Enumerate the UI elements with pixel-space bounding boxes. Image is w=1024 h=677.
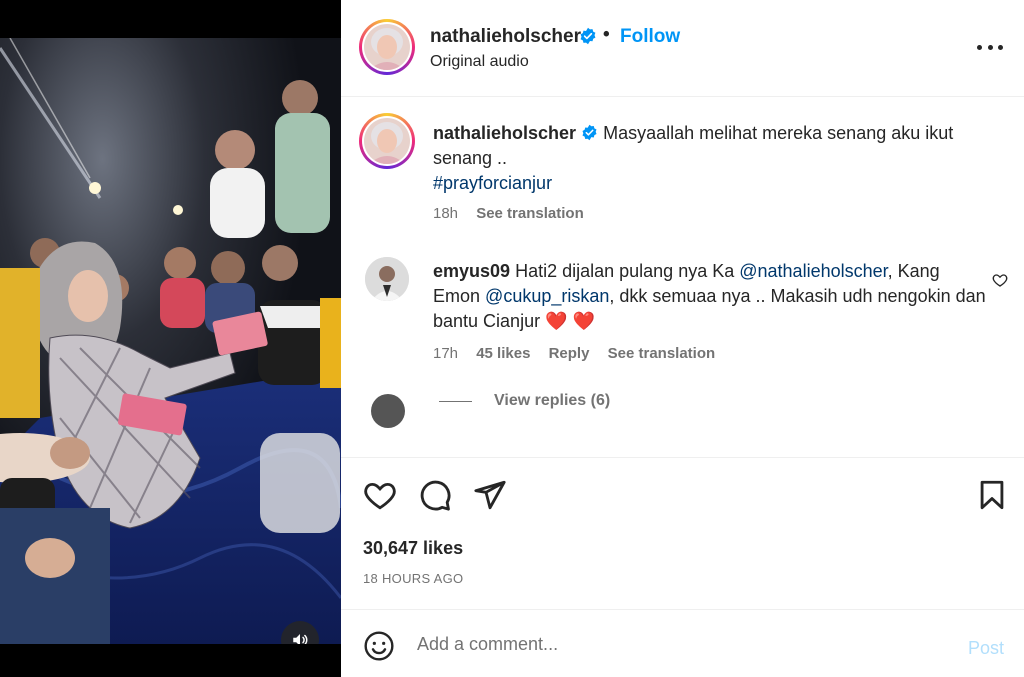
follow-button[interactable]: Follow bbox=[620, 26, 680, 48]
caption-username[interactable]: nathalieholscher bbox=[433, 123, 576, 143]
caption-meta: 18h See translation bbox=[433, 205, 598, 222]
avatar-photo bbox=[364, 118, 410, 164]
heart-icon[interactable] bbox=[363, 478, 397, 512]
caption-avatar[interactable] bbox=[359, 113, 415, 169]
bookmark-icon[interactable] bbox=[975, 478, 1009, 512]
mention-link[interactable]: @nathalieholscher bbox=[739, 261, 887, 281]
video-frame bbox=[0, 38, 341, 644]
mention-link[interactable]: @cukup_riskan bbox=[485, 286, 609, 306]
avatar-photo bbox=[364, 24, 410, 70]
emoji-icon[interactable] bbox=[363, 630, 395, 662]
action-bar: 30,647 likes 18 HOURS AGO bbox=[341, 457, 1024, 610]
commenter-avatar[interactable] bbox=[365, 257, 409, 301]
comment-username[interactable]: emyus09 bbox=[433, 261, 510, 281]
avatar-photo bbox=[365, 257, 409, 301]
post-button[interactable]: Post bbox=[968, 638, 1004, 659]
author-username[interactable]: nathalieholscher bbox=[430, 26, 581, 48]
share-icon[interactable] bbox=[473, 478, 507, 512]
replies-divider bbox=[439, 400, 472, 402]
separator-dot: • bbox=[603, 24, 610, 45]
next-commenter-avatar[interactable] bbox=[371, 394, 405, 428]
comment-composer: Post bbox=[341, 610, 1024, 677]
comments-area[interactable]: nathalieholscher Masyaallah melihat mere… bbox=[341, 97, 1024, 457]
comment-meta: 17h 45 likes Reply See translation bbox=[433, 345, 729, 362]
caption-see-translation[interactable]: See translation bbox=[476, 205, 584, 222]
heart-emoji: ❤️ ❤️ bbox=[545, 311, 595, 331]
verified-badge-icon bbox=[582, 124, 597, 141]
view-replies-button[interactable]: View replies (6) bbox=[439, 392, 610, 410]
verified-badge-icon bbox=[580, 27, 596, 45]
more-options-icon[interactable] bbox=[977, 40, 1003, 54]
reply-button[interactable]: Reply bbox=[549, 345, 590, 362]
comment-body-1: Hati2 dijalan pulang nya Ka bbox=[515, 261, 735, 281]
comment-time: 17h bbox=[433, 345, 459, 362]
volume-icon bbox=[293, 634, 308, 644]
comment-see-translation[interactable]: See translation bbox=[608, 345, 716, 362]
comment-icon[interactable] bbox=[418, 478, 452, 512]
comment-likes[interactable]: 45 likes bbox=[476, 345, 530, 362]
comment-like-heart-icon[interactable] bbox=[992, 272, 1008, 288]
media-pane bbox=[0, 0, 341, 677]
view-replies-label: View replies (6) bbox=[494, 392, 611, 409]
audio-label[interactable]: Original audio bbox=[430, 53, 529, 71]
comment-text: emyus09 Hati2 dijalan pulang nya Ka @nat… bbox=[433, 259, 988, 334]
post-timestamp[interactable]: 18 HOURS AGO bbox=[363, 571, 463, 586]
caption-text: nathalieholscher Masyaallah melihat mere… bbox=[433, 121, 993, 196]
caption-hashtag[interactable]: #prayforcianjur bbox=[433, 173, 552, 193]
comment-input[interactable] bbox=[417, 630, 937, 658]
post-panel: nathalieholscher • Follow Original audio… bbox=[341, 0, 1024, 677]
video-player[interactable] bbox=[0, 38, 341, 644]
like-count[interactable]: 30,647 likes bbox=[363, 538, 463, 559]
author-avatar[interactable] bbox=[359, 19, 415, 75]
caption-time: 18h bbox=[433, 205, 459, 222]
post-header: nathalieholscher • Follow Original audio bbox=[341, 0, 1024, 97]
